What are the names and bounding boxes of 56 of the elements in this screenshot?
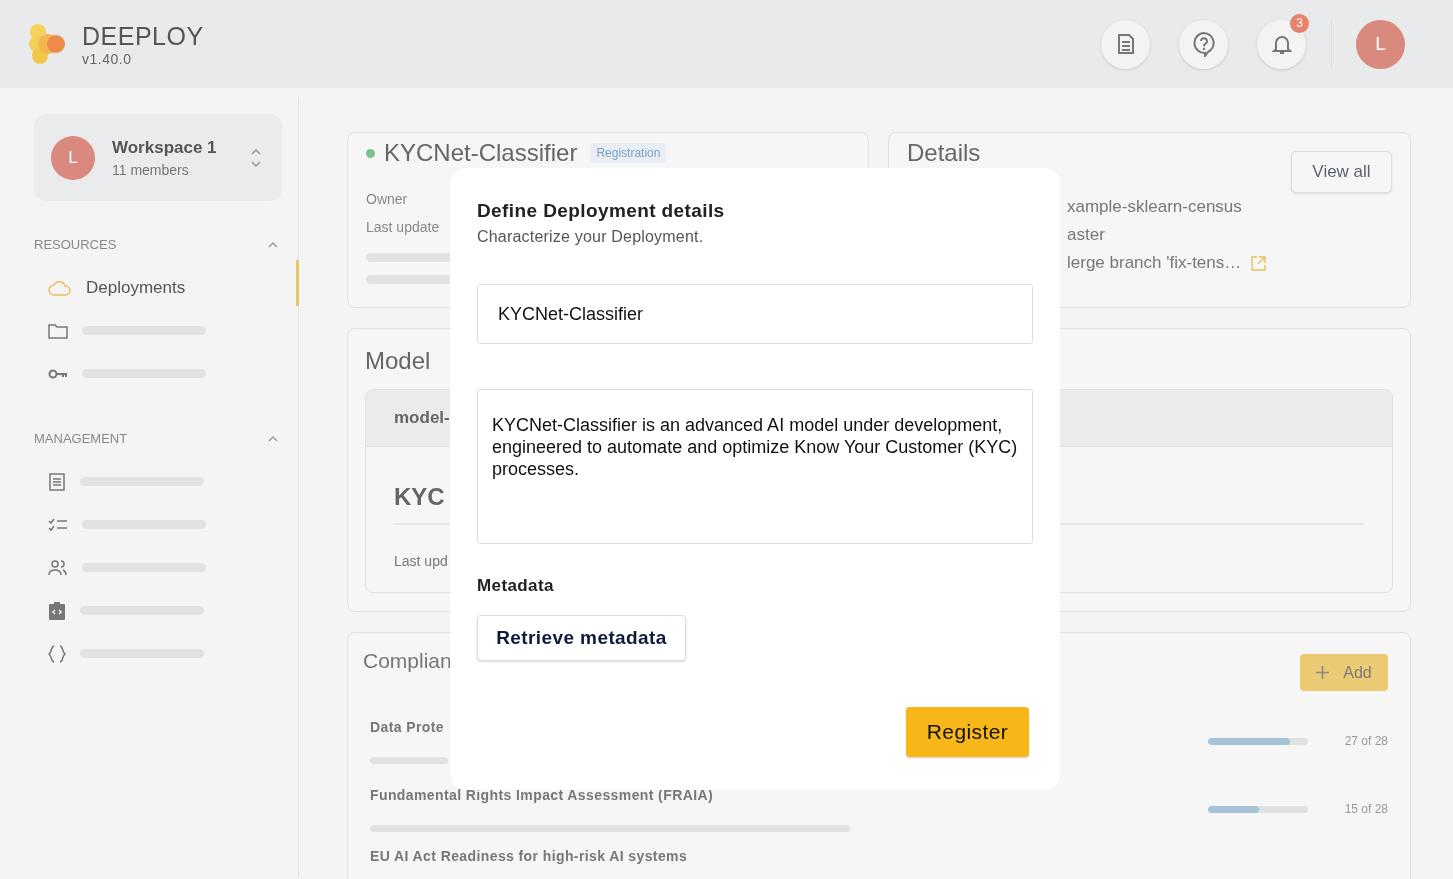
folder-icon xyxy=(48,322,68,339)
workspace-name: Workspace 1 xyxy=(112,137,218,158)
chevron-icon[interactable] xyxy=(268,241,278,248)
model-title: KYCNet-Classifier xyxy=(384,139,578,167)
updown-icon xyxy=(250,146,262,169)
field-label: Last update xyxy=(366,219,441,235)
assessment-title: Data Prote xyxy=(370,718,445,735)
section-title: MANAGEMENT xyxy=(34,431,128,446)
view-all-button[interactable]: View all xyxy=(1291,151,1392,193)
workspace-avatar: L xyxy=(51,135,95,180)
key-icon xyxy=(48,367,68,380)
metadata-label: Metadata xyxy=(477,576,555,596)
docs-button[interactable] xyxy=(1101,19,1150,69)
description-field[interactable]: KYCNet-Classifier is an advanced AI model under development, engineered to automate and optimize Know Your Customer (KYC) processes. xyxy=(477,389,1033,544)
dialog-subtitle: Characterize your Deployment. xyxy=(477,228,705,246)
status-dot xyxy=(366,148,375,158)
panel-header: model- xyxy=(394,408,450,428)
progress-count: 15 of 28 xyxy=(1343,802,1388,816)
code-clipboard-icon xyxy=(48,600,66,621)
section-title: RESOURCES xyxy=(34,237,117,252)
help-button[interactable] xyxy=(1179,19,1228,69)
status-badge: Registration xyxy=(590,143,667,163)
active-indicator xyxy=(296,260,299,306)
chevron-icon[interactable] xyxy=(268,435,278,442)
dialog-title: Define Deployment details xyxy=(477,200,726,222)
retrieve-metadata-button[interactable]: Retrieve metadata xyxy=(477,615,686,661)
app-version: v1.40.0 xyxy=(82,50,133,67)
workspace-members: 11 members xyxy=(112,161,190,178)
notifications-button[interactable] xyxy=(1257,19,1306,69)
detail-value: xample-sklearn-census xyxy=(1067,197,1242,217)
assessment-title: EU AI Act Readiness for high-risk AI systems xyxy=(370,848,688,864)
app-name: DEEPLOY xyxy=(82,21,204,51)
register-button[interactable]: Register xyxy=(906,707,1029,757)
card-title: Model xyxy=(365,347,432,375)
document-icon xyxy=(48,472,66,491)
card-title: Complian xyxy=(363,649,452,673)
field-label: Owner xyxy=(366,191,409,207)
plus-icon xyxy=(1316,666,1330,679)
checklist-icon xyxy=(48,517,68,532)
people-icon xyxy=(48,559,68,576)
help-icon xyxy=(1190,31,1217,57)
field-label: Last upd xyxy=(394,553,449,569)
braces-icon xyxy=(48,644,66,663)
notification-badge: 3 xyxy=(1290,13,1309,33)
external-link-icon[interactable] xyxy=(1251,255,1267,271)
cloud-icon xyxy=(48,279,72,296)
model-name: KYC xyxy=(394,483,445,510)
logo-icon xyxy=(28,22,68,66)
workspace-switcher[interactable]: L Workspace 1 11 members xyxy=(34,114,282,201)
detail-value: aster xyxy=(1067,225,1105,245)
nav-item[interactable]: Deployments xyxy=(34,266,280,309)
card-title: Details xyxy=(907,139,981,167)
assessment-title: Fundamental Rights Impact Assessment (FRAIA) xyxy=(370,786,714,803)
detail-value: lerge branch 'fix-tens… xyxy=(1067,253,1242,273)
name-field[interactable]: KYCNet-Classifier xyxy=(477,284,1033,344)
progress-count: 27 of 28 xyxy=(1343,734,1388,748)
